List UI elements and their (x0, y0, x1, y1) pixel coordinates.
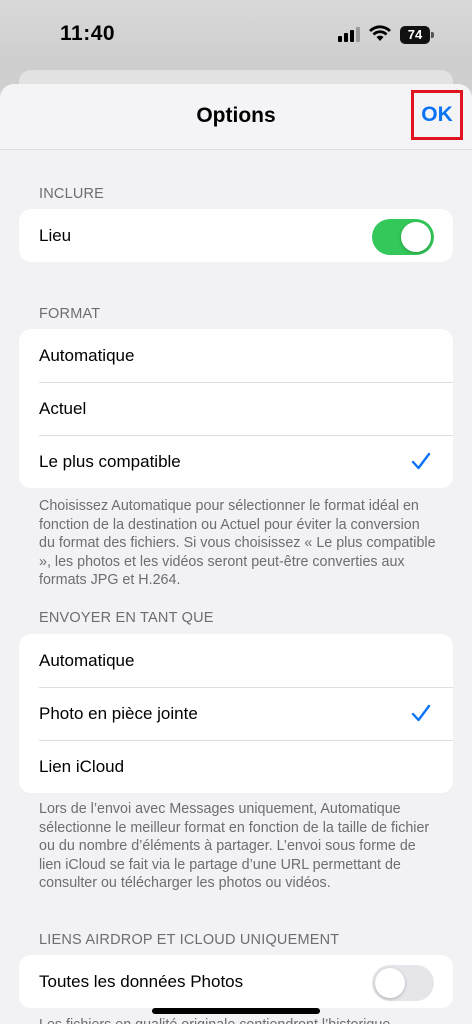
location-label: Lieu (39, 225, 72, 245)
airdrop-footnote: Les fichiers en qualité originale contie… (39, 1016, 439, 1024)
section-header-airdrop: LIENS AIRDROP ET ICLOUD UNIQUEMENT (39, 932, 340, 948)
all-photos-data-row: Toutes les données Photos (19, 955, 453, 1008)
all-photos-data-label: Toutes les données Photos (39, 971, 244, 991)
section-header-include: INCLURE (39, 186, 105, 202)
ok-button[interactable]: OK (411, 90, 463, 140)
airdrop-group: Toutes les données Photos (19, 955, 453, 1008)
send-option-label: Photo en pièce jointe (39, 703, 198, 723)
status-bar: 11:40 74 (0, 0, 472, 70)
send-as-group: Automatique Photo en pièce jointe Lien i… (19, 634, 453, 793)
format-option-label: Actuel (39, 398, 87, 418)
send-as-footnote: Lors de l’envoi avec Messages uniquement… (39, 801, 430, 891)
battery-level: 74 (407, 27, 423, 42)
format-option-label: Automatique (39, 345, 135, 365)
include-group: Lieu (19, 209, 453, 262)
options-sheet: Options OK INCLURE Lieu FORMAT Automatiq… (0, 84, 472, 1024)
format-group: Automatique Actuel Le plus compatible (19, 329, 453, 488)
status-time: 11:40 (60, 22, 116, 45)
all-photos-data-toggle[interactable] (372, 965, 434, 1001)
send-option-automatic[interactable]: Automatique (19, 634, 453, 687)
section-header-send-as: ENVOYER EN TANT QUE (39, 610, 214, 626)
format-option-label: Le plus compatible (39, 451, 181, 471)
toggle-knob (375, 968, 405, 998)
section-header-format: FORMAT (39, 306, 101, 322)
cellular-signal-icon (338, 26, 362, 42)
battery-cap (431, 32, 434, 38)
format-option-automatic[interactable]: Automatique (19, 329, 453, 382)
send-option-photo-attachment[interactable]: Photo en pièce jointe (19, 687, 453, 740)
format-option-current[interactable]: Actuel (19, 382, 453, 435)
toggle-knob (401, 222, 431, 252)
battery-icon: 74 (400, 26, 430, 44)
nav-bar: Options OK (0, 84, 472, 150)
location-row: Lieu (19, 209, 453, 262)
home-indicator[interactable] (152, 1008, 320, 1014)
page-title: Options (196, 104, 276, 127)
checkmark-icon (411, 704, 431, 722)
send-option-icloud-link[interactable]: Lien iCloud (19, 740, 453, 793)
format-option-most-compatible[interactable]: Le plus compatible (19, 435, 453, 488)
format-footnote: Choisissez Automatique pour sélectionner… (39, 498, 436, 588)
send-option-label: Automatique (39, 650, 135, 670)
location-toggle[interactable] (372, 219, 434, 255)
wifi-icon (369, 25, 391, 41)
send-option-label: Lien iCloud (39, 756, 125, 776)
checkmark-icon (411, 452, 431, 470)
